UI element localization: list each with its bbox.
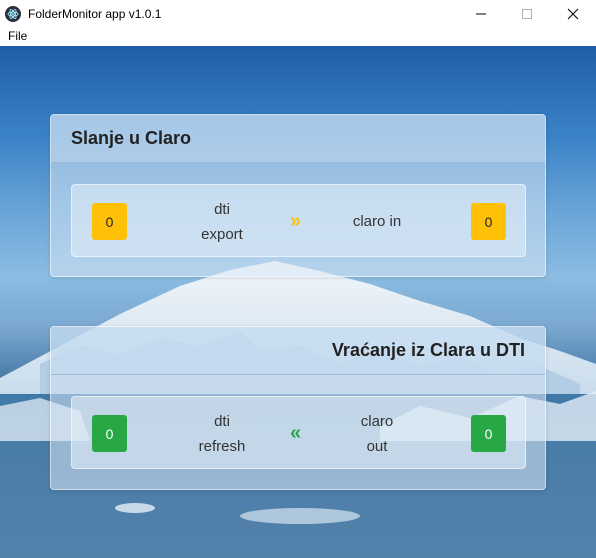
claro-in-label: claro in [352, 213, 402, 230]
minimize-button[interactable] [458, 0, 504, 27]
return-card-title: Vraćanje iz Clara u DTI [51, 327, 545, 375]
menu-file[interactable]: File [8, 29, 27, 43]
claro-out-label-line2: out [366, 438, 388, 455]
forward-arrow-icon: » [290, 210, 302, 232]
close-button[interactable] [550, 0, 596, 27]
return-from-claro-card: Vraćanje iz Clara u DTI 0 dti refresh « … [50, 326, 546, 490]
dti-export-label-line1: dti [214, 201, 230, 218]
maximize-button[interactable] [504, 0, 550, 27]
dti-refresh-label-line1: dti [214, 413, 230, 430]
menu-bar: File [0, 27, 596, 46]
window-title: FolderMonitor app v1.0.1 [28, 6, 162, 21]
main-content: Slanje u Claro 0 dti export » claro in 0… [0, 46, 596, 558]
backward-arrow-icon: « [290, 422, 302, 444]
window-controls [458, 0, 596, 27]
claro-out-label: claro out [337, 409, 417, 459]
send-card-title: Slanje u Claro [51, 115, 545, 163]
app-icon [5, 5, 21, 22]
dti-refresh-label-line2: refresh [198, 438, 246, 455]
claro-out-count-badge: 0 [471, 415, 506, 452]
maximize-icon [522, 8, 532, 19]
return-transfer-row: 0 dti refresh « claro out 0 [71, 396, 526, 469]
dti-export-count-badge: 0 [92, 203, 127, 240]
claro-out-label-line1: claro [360, 413, 394, 430]
claro-in-count-badge: 0 [471, 203, 506, 240]
send-to-claro-card: Slanje u Claro 0 dti export » claro in 0 [50, 114, 546, 277]
dti-export-label: dti export [192, 197, 252, 247]
dti-export-label-line2: export [201, 226, 243, 243]
close-icon [567, 8, 579, 19]
minimize-icon [476, 13, 486, 14]
send-transfer-row: 0 dti export » claro in 0 [71, 184, 526, 257]
dti-refresh-label: dti refresh [192, 409, 252, 459]
title-bar: FolderMonitor app v1.0.1 [0, 0, 596, 27]
dti-refresh-count-badge: 0 [92, 415, 127, 452]
